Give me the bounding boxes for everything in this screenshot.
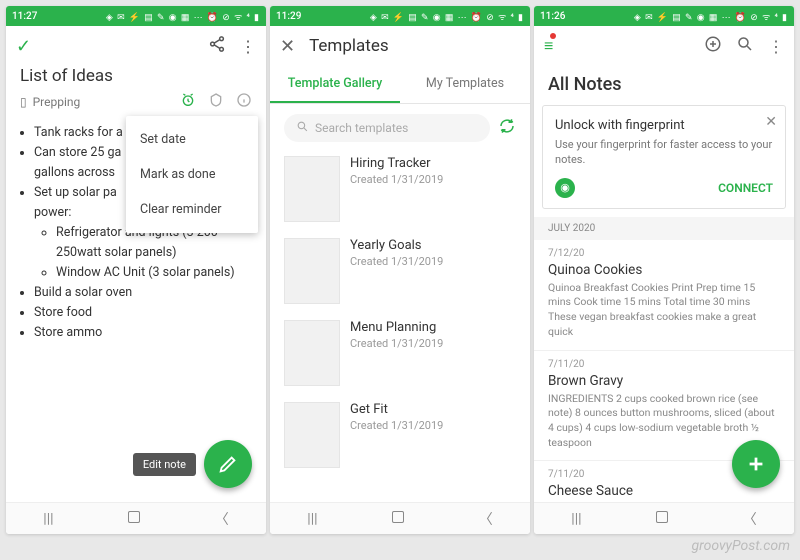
tag-icon[interactable] (208, 92, 224, 111)
menu-icon[interactable]: ≡ (544, 36, 553, 56)
watermark: groovyPost.com (692, 538, 791, 554)
clock: 11:26 (540, 11, 565, 22)
note-title: List of Ideas (20, 66, 252, 86)
search-input[interactable]: Search templates (284, 114, 490, 142)
section-header: JULY 2020 (534, 217, 794, 240)
recents-btn[interactable]: ||| (571, 511, 581, 527)
back-btn[interactable]: 〈 (743, 509, 757, 529)
connect-button[interactable]: CONNECT (718, 181, 773, 195)
clock: 11:29 (276, 11, 301, 22)
search-icon (296, 120, 309, 136)
status-icons: ◈ ✉ ⚡ ▤ ✎ ◉ ▦ ⋯ ⏰ ⊘ ᯤ ⁴ ▮ (370, 10, 524, 23)
phone-all-notes: 11:26 ◈ ✉ ⚡ ▤ ✎ ◉ ▦ ⋯ ⏰ ⊘ ᯤ ⁴ ▮ ≡ ⋮ All … (534, 6, 794, 534)
recents-btn[interactable]: ||| (307, 511, 317, 527)
status-icons: ◈ ✉ ⚡ ▤ ✎ ◉ ▦ ⋯ ⏰ ⊘ ᯤ ⁴ ▮ (634, 10, 788, 23)
template-item[interactable]: Hiring TrackerCreated 1/31/2019 (270, 148, 530, 230)
card-subtitle: Use your fingerprint for faster access t… (555, 137, 773, 168)
edit-tooltip: Edit note (133, 453, 196, 476)
more-icon[interactable]: ⋮ (768, 37, 784, 56)
menu-mark-done[interactable]: Mark as done (126, 157, 258, 192)
menu-set-date[interactable]: Set date (126, 122, 258, 157)
phone-templates: 11:29 ◈ ✉ ⚡ ▤ ✎ ◉ ▦ ⋯ ⏰ ⊘ ᯤ ⁴ ▮ ✕ Templa… (270, 6, 530, 534)
fingerprint-card: ✕ Unlock with fingerprint Use your finge… (542, 105, 786, 209)
app-bar: ✓ ⋮ (6, 26, 266, 66)
notebook-icon: ▯ (20, 95, 27, 109)
close-icon[interactable]: ✕ (280, 36, 295, 57)
template-thumb (284, 238, 340, 304)
card-title: Unlock with fingerprint (555, 118, 773, 133)
status-bar: 11:27 ◈ ✉ ⚡ ▤ ✎ ◉ ▦ ⋯ ⏰ ⊘ ᯤ ⁴ ▮ (6, 6, 266, 26)
template-item[interactable]: Get FitCreated 1/31/2019 (270, 394, 530, 476)
status-icons: ◈ ✉ ⚡ ▤ ✎ ◉ ▦ ⋯ ⏰ ⊘ ᯤ ⁴ ▮ (106, 10, 260, 23)
page-title: All Notes (534, 66, 794, 105)
reminder-menu: Set date Mark as done Clear reminder (126, 116, 258, 233)
menu-clear-reminder[interactable]: Clear reminder (126, 192, 258, 227)
template-thumb (284, 402, 340, 468)
home-btn[interactable] (656, 511, 668, 527)
edit-fab[interactable] (204, 440, 252, 488)
android-nav: ||| 〈 (6, 502, 266, 534)
close-icon[interactable]: ✕ (765, 114, 777, 130)
fingerprint-icon: ◉ (555, 178, 575, 198)
info-icon[interactable] (236, 92, 252, 111)
tabs: Template Gallery My Templates (270, 66, 530, 104)
status-bar: 11:29 ◈ ✉ ⚡ ▤ ✎ ◉ ▦ ⋯ ⏰ ⊘ ᯤ ⁴ ▮ (270, 6, 530, 26)
template-thumb (284, 156, 340, 222)
back-btn[interactable]: 〈 (215, 509, 229, 529)
more-icon[interactable]: ⋮ (240, 37, 256, 56)
app-bar: ≡ ⋮ (534, 26, 794, 66)
add-icon[interactable] (704, 35, 722, 57)
refresh-icon[interactable] (498, 117, 516, 139)
tab-my-templates[interactable]: My Templates (400, 66, 530, 103)
reminder-icon[interactable] (180, 92, 196, 111)
new-note-fab[interactable] (732, 440, 780, 488)
page-title: Templates (309, 36, 520, 56)
android-nav: ||| 〈 (270, 502, 530, 534)
share-icon[interactable] (208, 35, 226, 57)
note-item[interactable]: 7/12/20 Quinoa Cookies Quinoa Breakfast … (534, 240, 794, 351)
home-btn[interactable] (392, 511, 404, 527)
notebook-name: Prepping (33, 95, 81, 109)
template-thumb (284, 320, 340, 386)
status-bar: 11:26 ◈ ✉ ⚡ ▤ ✎ ◉ ▦ ⋯ ⏰ ⊘ ᯤ ⁴ ▮ (534, 6, 794, 26)
tab-gallery[interactable]: Template Gallery (270, 66, 400, 103)
pencil-icon (217, 453, 239, 475)
clock: 11:27 (12, 11, 37, 22)
notebook-row[interactable]: ▯ Prepping (6, 90, 266, 117)
plus-icon (745, 453, 767, 475)
search-placeholder: Search templates (315, 121, 408, 135)
template-list: Hiring TrackerCreated 1/31/2019 Yearly G… (270, 148, 530, 476)
template-item[interactable]: Menu PlanningCreated 1/31/2019 (270, 312, 530, 394)
app-bar: ✕ Templates (270, 26, 530, 66)
home-btn[interactable] (128, 511, 140, 527)
search-icon[interactable] (736, 35, 754, 57)
recents-btn[interactable]: ||| (43, 511, 53, 527)
phone-list-of-ideas: 11:27 ◈ ✉ ⚡ ▤ ✎ ◉ ▦ ⋯ ⏰ ⊘ ᯤ ⁴ ▮ ✓ ⋮ List… (6, 6, 266, 534)
confirm-icon[interactable]: ✓ (16, 36, 31, 57)
back-btn[interactable]: 〈 (479, 509, 493, 529)
android-nav: ||| 〈 (534, 502, 794, 534)
template-item[interactable]: Yearly GoalsCreated 1/31/2019 (270, 230, 530, 312)
